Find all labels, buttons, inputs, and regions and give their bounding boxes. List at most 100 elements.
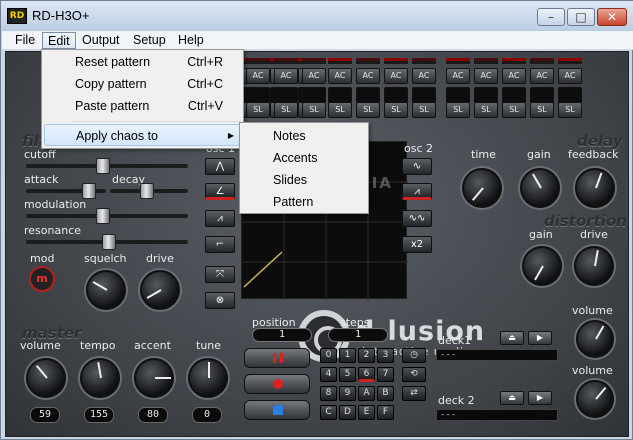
step-note-display[interactable] bbox=[274, 87, 298, 103]
step-slide-button[interactable]: SL bbox=[384, 102, 408, 118]
maximize-button[interactable]: □ bbox=[567, 8, 595, 26]
menu-item-paste-pattern[interactable]: Paste pattern Ctrl+V bbox=[44, 95, 241, 117]
step-note-display[interactable] bbox=[558, 87, 582, 103]
distortion-gain-knob[interactable] bbox=[522, 246, 562, 286]
step-slide-button[interactable]: SL bbox=[412, 102, 436, 118]
step-accent-button[interactable]: AC bbox=[328, 68, 352, 84]
master-volume-knob[interactable] bbox=[26, 358, 66, 398]
keypad-key-0[interactable]: 0 bbox=[320, 348, 337, 363]
submenu-item-notes[interactable]: Notes bbox=[242, 125, 366, 147]
step-accent-button[interactable]: AC bbox=[412, 68, 436, 84]
osc2-sine-button[interactable]: ∿ bbox=[402, 158, 432, 175]
menu-item-copy-pattern[interactable]: Copy pattern Ctrl+C bbox=[44, 73, 241, 95]
menu-output[interactable]: Output bbox=[77, 32, 125, 49]
submenu-item-slides[interactable]: Slides bbox=[242, 169, 366, 191]
step-accent-button[interactable]: AC bbox=[530, 68, 554, 84]
step-note-display[interactable] bbox=[246, 87, 270, 103]
keypad-key-8[interactable]: 8 bbox=[320, 386, 337, 401]
step-note-display[interactable] bbox=[530, 87, 554, 103]
deck1-volume-knob[interactable] bbox=[576, 320, 614, 358]
deck1-play-button[interactable]: ▶ bbox=[528, 331, 552, 345]
submenu-item-accents[interactable]: Accents bbox=[242, 147, 366, 169]
keypad-key-9[interactable]: 9 bbox=[339, 386, 356, 401]
osc2-x2-button[interactable]: x2 bbox=[402, 236, 432, 253]
stop-button[interactable] bbox=[244, 400, 310, 420]
menu-item-reset-pattern[interactable]: Reset pattern Ctrl+R bbox=[44, 51, 241, 73]
squelch-knob[interactable] bbox=[86, 270, 126, 310]
step-accent-button[interactable]: AC bbox=[246, 68, 270, 84]
step-note-display[interactable] bbox=[384, 87, 408, 103]
tune-knob[interactable] bbox=[188, 358, 228, 398]
close-button[interactable]: ✕ bbox=[597, 8, 627, 26]
minimize-button[interactable]: – bbox=[537, 8, 565, 26]
osc1-sawtooth-button[interactable]: ⩘ bbox=[205, 210, 235, 227]
step-note-display[interactable] bbox=[474, 87, 498, 103]
keypad-key-D[interactable]: D bbox=[339, 405, 356, 420]
keypad-key-6[interactable]: 6 bbox=[358, 367, 375, 382]
keypad-key-2[interactable]: 2 bbox=[358, 348, 375, 363]
step-note-display[interactable] bbox=[328, 87, 352, 103]
deck2-volume-knob[interactable] bbox=[576, 380, 614, 418]
shuffle-button[interactable]: ⇄ bbox=[402, 386, 426, 401]
submenu-item-pattern[interactable]: Pattern bbox=[242, 191, 366, 213]
step-slide-button[interactable]: SL bbox=[558, 102, 582, 118]
osc2-saw-button[interactable]: ⩘ bbox=[402, 183, 432, 200]
step-note-display[interactable] bbox=[502, 87, 526, 103]
clock-button[interactable]: ◷ bbox=[402, 348, 426, 363]
step-accent-button[interactable]: AC bbox=[274, 68, 298, 84]
step-slide-button[interactable]: SL bbox=[474, 102, 498, 118]
steps-display[interactable]: 1 bbox=[328, 328, 388, 342]
resonance-slider[interactable] bbox=[102, 234, 116, 250]
decay-slider[interactable] bbox=[140, 183, 154, 199]
keypad-key-1[interactable]: 1 bbox=[339, 348, 356, 363]
step-accent-button[interactable]: AC bbox=[474, 68, 498, 84]
step-accent-button[interactable]: AC bbox=[356, 68, 380, 84]
osc2-wave-button[interactable]: ∿∿ bbox=[402, 210, 432, 227]
step-slide-button[interactable]: SL bbox=[502, 102, 526, 118]
osc1-saw-up-button[interactable]: ⋀ bbox=[205, 158, 235, 175]
osc1-noise-button[interactable]: ⤧ bbox=[205, 266, 235, 283]
step-slide-button[interactable]: SL bbox=[274, 102, 298, 118]
osc1-saw-button[interactable]: ∠ bbox=[205, 183, 235, 200]
record-button[interactable] bbox=[244, 374, 310, 394]
step-accent-button[interactable]: AC bbox=[384, 68, 408, 84]
keypad-key-E[interactable]: E bbox=[358, 405, 375, 420]
step-accent-button[interactable]: AC bbox=[446, 68, 470, 84]
keypad-key-5[interactable]: 5 bbox=[339, 367, 356, 382]
step-accent-button[interactable]: AC bbox=[302, 68, 326, 84]
step-note-display[interactable] bbox=[356, 87, 380, 103]
step-slide-button[interactable]: SL bbox=[530, 102, 554, 118]
keypad-key-7[interactable]: 7 bbox=[377, 367, 394, 382]
deck2-play-button[interactable]: ▶ bbox=[528, 391, 552, 405]
modulation-slider[interactable] bbox=[96, 208, 110, 224]
keypad-key-4[interactable]: 4 bbox=[320, 367, 337, 382]
filter-drive-knob[interactable] bbox=[140, 270, 180, 310]
distortion-drive-knob[interactable] bbox=[574, 246, 614, 286]
step-slide-button[interactable]: SL bbox=[356, 102, 380, 118]
attack-slider[interactable] bbox=[82, 183, 96, 199]
step-note-display[interactable] bbox=[302, 87, 326, 103]
cutoff-slider[interactable] bbox=[96, 158, 110, 174]
step-slide-button[interactable]: SL bbox=[446, 102, 470, 118]
menu-setup[interactable]: Setup bbox=[128, 32, 171, 49]
menu-item-apply-chaos[interactable]: Apply chaos to ▶ bbox=[44, 124, 241, 146]
keypad-key-B[interactable]: B bbox=[377, 386, 394, 401]
tempo-knob[interactable] bbox=[80, 358, 120, 398]
step-slide-button[interactable]: SL bbox=[302, 102, 326, 118]
delay-gain-knob[interactable] bbox=[520, 168, 560, 208]
step-slide-button[interactable]: SL bbox=[246, 102, 270, 118]
menu-file[interactable]: File bbox=[10, 32, 40, 49]
menu-help[interactable]: Help bbox=[173, 32, 209, 49]
deck1-eject-button[interactable]: ⏏ bbox=[500, 331, 524, 345]
accent-knob[interactable] bbox=[134, 358, 174, 398]
pause-button[interactable] bbox=[244, 348, 310, 368]
step-slide-button[interactable]: SL bbox=[328, 102, 352, 118]
mod-button[interactable]: m bbox=[29, 266, 55, 292]
keypad-key-F[interactable]: F bbox=[377, 405, 394, 420]
keypad-key-C[interactable]: C bbox=[320, 405, 337, 420]
step-accent-button[interactable]: AC bbox=[558, 68, 582, 84]
step-note-display[interactable] bbox=[446, 87, 470, 103]
deck2-eject-button[interactable]: ⏏ bbox=[500, 391, 524, 405]
keypad-key-A[interactable]: A bbox=[358, 386, 375, 401]
menu-edit[interactable]: Edit bbox=[42, 32, 76, 49]
